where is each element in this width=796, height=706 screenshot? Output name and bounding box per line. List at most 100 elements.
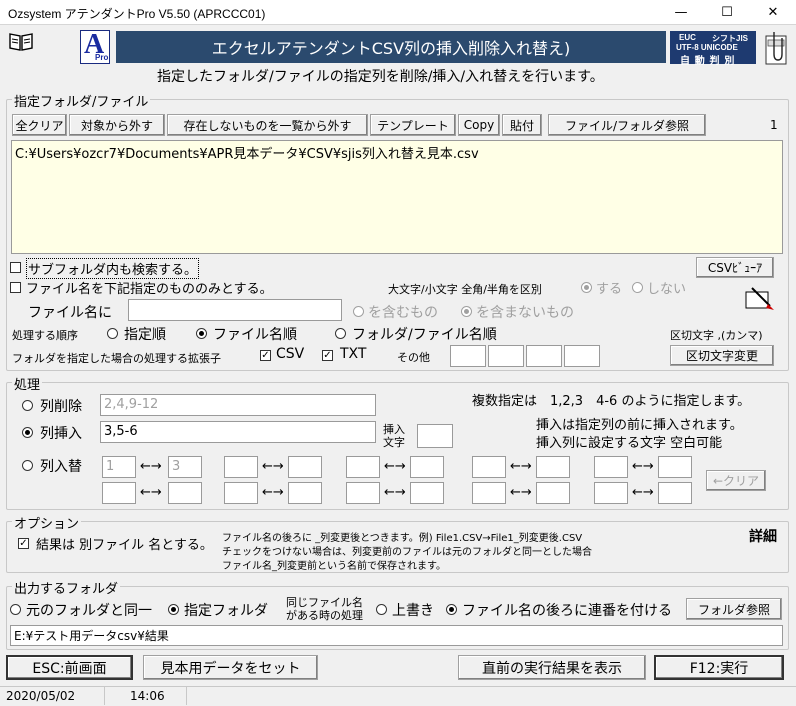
swap-from-4[interactable] [472,456,506,478]
swap-from-1[interactable]: 1 [102,456,136,478]
delete-radio[interactable] [22,400,33,411]
file-count: 1 [770,118,778,132]
maximize-button[interactable]: ☐ [704,0,750,25]
separate-file-label: 結果は 別ファイル 名とする。 [36,538,213,553]
filename-filter-input[interactable] [128,299,342,321]
remove-target-button[interactable]: 対象から外す [69,114,165,136]
file-list[interactable]: C:¥Users¥ozcr7¥Documents¥APR見本データ¥CSV¥sj… [11,140,783,254]
add-serial-radio[interactable] [446,604,457,615]
ext-other-label: その他 [397,351,430,364]
folder-browse-button[interactable]: フォルダ参照 [686,598,782,620]
swap-arrow: ←→ [632,459,654,474]
specified-folder-radio[interactable] [168,604,179,615]
insert-label: 列挿入 [40,426,82,442]
swap-clear-button[interactable]: ←クリア [706,470,766,491]
case-sensitive-label: 大文字/小文字 全角/半角を区別 [388,283,542,296]
swap-arrow: ←→ [510,485,532,500]
swap-to-2[interactable] [288,456,322,478]
case-yes-radio[interactable] [581,282,592,293]
option-note-3: ファイル名_列変更前という名前で保存されます。 [222,561,446,572]
subfolder-label: サブフォルダ内も検索する。 [26,258,200,279]
list-item[interactable]: C:¥Users¥ozcr7¥Documents¥APR見本データ¥CSV¥sj… [15,143,479,162]
clipboard-icon[interactable] [764,30,788,68]
book-icon [8,30,34,52]
swap-to-4[interactable] [536,456,570,478]
page-subtitle: 指定したフォルダ/ファイルの指定列を削除/挿入/入れ替えを行います。 [157,69,604,85]
swap-from-6[interactable] [102,482,136,504]
case-no-radio[interactable] [632,282,643,293]
multi-spec-hint: 複数指定は 1,2,3 4-6 のように指定します。 [472,394,751,409]
back-button[interactable]: ESC:前画面 [6,655,133,680]
execute-button[interactable]: F12:実行 [654,655,784,680]
insert-hint-1: 挿入は指定列の前に挿入されます。 [536,418,743,433]
swap-to-10[interactable] [658,482,692,504]
swap-to-5[interactable] [658,456,692,478]
separate-file-checkbox[interactable]: ✓ [18,538,29,549]
ext-other-input-3[interactable] [526,345,562,367]
insert-columns-input[interactable]: 3,5-6 [100,421,376,443]
order-folder-file-label: フォルダ/ファイル名順 [352,327,497,343]
swap-radio[interactable] [22,460,33,471]
pen-icon[interactable] [744,284,776,312]
options-group-label: オプション [12,513,82,532]
swap-from-8[interactable] [346,482,380,504]
delete-label: 列削除 [40,399,82,415]
swap-from-5[interactable] [594,456,628,478]
ext-other-input-4[interactable] [564,345,600,367]
remove-missing-button[interactable]: 存在しないものを一覧から外す [167,114,368,136]
swap-to-9[interactable] [536,482,570,504]
swap-from-3[interactable] [346,456,380,478]
ext-other-input-2[interactable] [488,345,524,367]
order-folder-file-radio[interactable] [335,328,346,339]
same-name-label-2: がある時の処理 [286,609,363,622]
status-divider [186,687,187,705]
order-filename-radio[interactable] [196,328,207,339]
clear-all-button[interactable]: 全クリア [12,114,67,136]
insert-radio[interactable] [22,427,33,438]
swap-to-8[interactable] [410,482,444,504]
swap-to-1[interactable]: 3 [168,456,202,478]
swap-arrow: ←→ [140,459,162,474]
ext-other-input-1[interactable] [450,345,486,367]
close-button[interactable]: ✕ [750,0,796,25]
swap-from-2[interactable] [224,456,258,478]
set-sample-data-button[interactable]: 見本用データをセット [143,655,318,680]
swap-arrow: ←→ [384,485,406,500]
order-specified-radio[interactable] [107,328,118,339]
subfolder-checkbox[interactable] [10,262,21,273]
swap-from-10[interactable] [594,482,628,504]
swap-from-7[interactable] [224,482,258,504]
not-contains-radio[interactable] [461,306,472,317]
filename-only-checkbox[interactable] [10,282,21,293]
minimize-button[interactable]: — [658,0,704,25]
ext-csv-label: CSV [276,346,305,362]
swap-to-7[interactable] [288,482,322,504]
template-button[interactable]: テンプレート [370,114,456,136]
delimiter-change-button[interactable]: 区切文字変更 [670,345,774,366]
swap-arrow: ←→ [510,459,532,474]
output-path-input[interactable]: E:¥テスト用データcsv¥結果 [10,625,783,646]
option-note-2: チェックをつけない場合は、列変更前のファイルは元のフォルダと同一とした場合 [222,547,592,558]
swap-label: 列入替 [40,459,82,475]
details-link[interactable]: 詳細 [749,526,777,546]
last-result-button[interactable]: 直前の実行結果を表示 [458,655,646,680]
insert-char-input[interactable] [417,424,453,448]
swap-arrow: ←→ [384,459,406,474]
ext-csv-checkbox[interactable]: ✓ [260,350,271,361]
same-folder-radio[interactable] [10,604,21,615]
same-folder-label: 元のフォルダと同一 [26,603,152,619]
browse-file-folder-button[interactable]: ファイル/フォルダ参照 [548,114,706,136]
ext-txt-checkbox[interactable]: ✓ [322,350,333,361]
delete-columns-input[interactable]: 2,4,9-12 [100,394,376,416]
csv-viewer-button[interactable]: CSVﾋﾞｭｰｱ [696,257,774,278]
overwrite-radio[interactable] [376,604,387,615]
filename-only-label: ファイル名を下記指定のもののみとする。 [26,282,273,297]
copy-button[interactable]: Copy [458,114,500,136]
swap-from-9[interactable] [472,482,506,504]
contains-radio[interactable] [353,306,364,317]
swap-to-3[interactable] [410,456,444,478]
title-bar: Ozsystem アテンダントPro V5.50 (APRCCC01) — ☐ … [0,0,796,25]
overwrite-label: 上書き [392,603,434,619]
paste-button[interactable]: 貼付 [502,114,542,136]
swap-to-6[interactable] [168,482,202,504]
